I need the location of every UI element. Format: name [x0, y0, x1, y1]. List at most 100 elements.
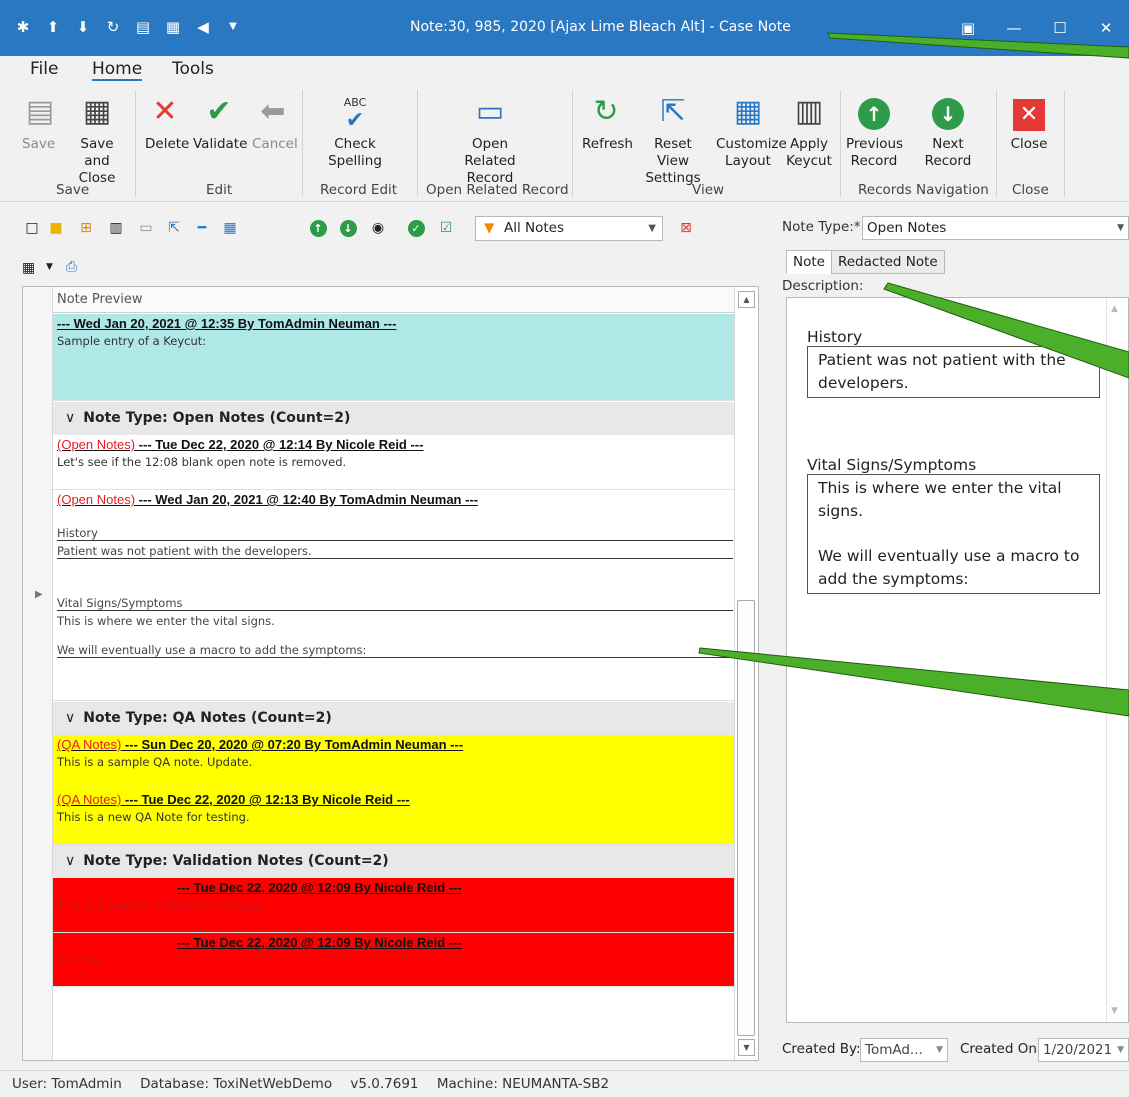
dropdown-icon[interactable]: ▼ — [46, 262, 53, 272]
close-icon: ✕ — [1011, 94, 1047, 131]
notes-filter-dropdown[interactable]: ▼ All Notes ▼ — [475, 216, 663, 241]
note-section-text: This is where we enter the vital signs. — [57, 614, 275, 628]
undo-arrow-icon: ⬅ — [260, 94, 286, 129]
restore-icon[interactable]: ▣ — [945, 10, 991, 46]
reset-view-icon[interactable]: ⇱ — [164, 218, 184, 238]
description-editor[interactable]: History Patient was not patient with the… — [786, 297, 1129, 1023]
save-button[interactable]: ▤ Save — [22, 94, 55, 153]
description-scrollbar[interactable]: ▲ ▼ — [1106, 298, 1128, 1022]
note-title: (QA Notes) --- Sun Dec 20, 2020 @ 07:20 … — [57, 737, 464, 752]
close-icon[interactable]: ✕ — [1083, 10, 1129, 46]
history-text[interactable]: Patient was not patient with the develop… — [807, 346, 1100, 398]
scroll-down-icon[interactable]: ▼ — [738, 1039, 755, 1056]
status-version: v5.0.7691 — [350, 1076, 419, 1092]
description-label: Description: — [782, 278, 864, 294]
scroll-up-icon[interactable]: ▲ — [738, 291, 755, 308]
window-title: Note:30, 985, 2020 [Ajax Lime Bleach Alt… — [410, 19, 791, 35]
chevron-down-icon: ∨ — [65, 410, 76, 426]
scroll-up-icon[interactable]: ▲ — [1111, 304, 1118, 314]
spell-check-icon: ABC ✔ — [343, 96, 367, 133]
row-selector-icon: ▶ — [35, 589, 43, 600]
delete-x-icon: ✕ — [152, 94, 178, 129]
up-circle-icon[interactable]: ⬆ — [44, 18, 62, 36]
save-icon: ▤ — [25, 94, 55, 129]
group-row-open-notes[interactable]: ∨ Note Type: Open Notes (Count=2) — [53, 402, 735, 435]
preview-icon[interactable]: ⎙ — [66, 259, 77, 275]
previous-record-button[interactable]: ↑ Previous Record — [846, 94, 903, 170]
clear-filter-icon[interactable]: ⊠ — [676, 218, 696, 238]
created-on-label: Created On: — [960, 1041, 1042, 1057]
vertical-scrollbar[interactable]: ▲ ▼ — [734, 287, 758, 1060]
check-spelling-button[interactable]: ABC ✔ Check Spelling — [326, 94, 384, 170]
layout-icon[interactable]: ▦ — [22, 260, 35, 276]
check-circle-icon[interactable]: ✓ — [406, 218, 426, 238]
note-row[interactable]: (Open Notes) --- Tue Dec 22, 2020 @ 12:1… — [53, 435, 735, 490]
refresh-icon[interactable]: ↻ — [104, 18, 122, 36]
tab-note[interactable]: Note — [786, 250, 832, 274]
cancel-button[interactable]: ⬅ Cancel — [252, 94, 298, 153]
menu-tools[interactable]: Tools — [172, 59, 214, 79]
reset-view-icon: ⇱ — [660, 94, 686, 129]
group-label-save: Save — [56, 182, 90, 198]
save-close-icon: ▦ — [82, 94, 112, 129]
tree-icon[interactable]: ⊞ — [76, 218, 96, 238]
note-type-dropdown[interactable]: Open Notes ▼ — [862, 216, 1129, 240]
validate-button[interactable]: ✔ Validate — [193, 94, 247, 153]
note-row[interactable]: (QA Notes) --- Tue Dec 22, 2020 @ 12:13 … — [53, 790, 735, 845]
reset-view-settings-button[interactable]: ⇱ Reset View Settings — [638, 94, 708, 187]
created-info: Created By: TomAd... ▼ Created On: 1/20/… — [782, 1038, 1129, 1064]
eye-icon[interactable]: ◉ — [368, 218, 388, 238]
note-body: This is a sample validation message — [57, 898, 266, 912]
open-related-record-button[interactable]: ▭ Open Related Record — [446, 94, 534, 187]
scroll-down-icon[interactable]: ▼ — [1111, 1006, 1118, 1016]
window-icon[interactable]: ▭ — [136, 218, 156, 238]
tab-redacted-note[interactable]: Redacted Note — [830, 250, 945, 274]
note-row[interactable]: --- Tue Dec 22, 2020 @ 12:09 By Nicole R… — [53, 878, 735, 933]
checkbox-icon[interactable]: ☑ — [436, 218, 456, 238]
undo-icon[interactable]: ◀ — [194, 18, 212, 36]
group-row-validation-notes[interactable]: ∨ Note Type: Validation Notes (Count=2) — [53, 845, 735, 878]
note-yellow-icon[interactable]: ■ — [46, 218, 66, 238]
column-header-note-preview[interactable]: Note Preview — [53, 287, 735, 313]
note-row[interactable]: --- Tue Dec 22, 2020 @ 12:09 By Nicole R… — [53, 933, 735, 987]
vitals-text[interactable]: This is where we enter the vital signs. … — [807, 474, 1100, 594]
minimize-icon[interactable]: — — [991, 10, 1037, 46]
main-area: □ ■ ⊞ ▥ ▭ ⇱ ━ ▦ ↑ ↓ ◉ ✓ ☑ ⊠ ▼ All Notes … — [0, 202, 1129, 1070]
grid-layout-icon[interactable]: ▦ — [220, 218, 240, 238]
customize-layout-button[interactable]: ▦ Customize Layout — [716, 94, 787, 170]
next-record-button[interactable]: ↓ Next Record — [908, 94, 988, 170]
up-circle-icon[interactable]: ↑ — [308, 218, 328, 238]
chevron-down-icon: ▼ — [936, 1045, 943, 1055]
down-circle-icon[interactable]: ↓ — [338, 218, 358, 238]
scrollbar-thumb[interactable] — [737, 600, 755, 1036]
new-note-icon[interactable]: □ — [22, 218, 42, 238]
group-row-qa-notes[interactable]: ∨ Note Type: QA Notes (Count=2) — [53, 702, 735, 735]
note-section-heading: Vital Signs/Symptoms — [57, 593, 733, 611]
delete-button[interactable]: ✕ Delete — [145, 94, 189, 153]
refresh-button[interactable]: ↻ Refresh — [582, 94, 633, 153]
note-body: This is a new QA Note for testing. — [57, 810, 250, 824]
down-circle-icon[interactable]: ⬇ — [74, 18, 92, 36]
save-close-icon[interactable]: ▦ — [164, 18, 182, 36]
chevron-down-icon: ▼ — [1117, 1045, 1124, 1055]
close-button[interactable]: ✕ Close — [1010, 94, 1048, 153]
created-by-dropdown[interactable]: TomAd... ▼ — [860, 1038, 948, 1062]
maximize-icon[interactable]: ☐ — [1037, 10, 1083, 46]
menu-file[interactable]: File — [30, 59, 58, 79]
apply-keycut-button[interactable]: ▥ Apply Keycut — [786, 94, 832, 170]
note-body: Let's see if the 12:08 blank open note i… — [57, 455, 347, 469]
note-row[interactable]: (Open Notes) --- Wed Jan 20, 2021 @ 12:4… — [53, 490, 735, 701]
column-icon[interactable]: ━ — [192, 218, 212, 238]
save-icon[interactable]: ▤ — [134, 18, 152, 36]
dropdown-icon[interactable]: ▼ — [224, 18, 242, 36]
save-and-close-button[interactable]: ▦ Save and Close — [66, 94, 128, 187]
note-row[interactable]: --- Wed Jan 20, 2021 @ 12:35 By TomAdmin… — [53, 314, 735, 401]
gear-icon[interactable]: ✱ — [14, 18, 32, 36]
created-on-date-picker[interactable]: 1/20/2021 ▼ — [1038, 1038, 1129, 1062]
book-icon[interactable]: ▥ — [106, 218, 126, 238]
note-row[interactable]: (QA Notes) --- Sun Dec 20, 2020 @ 07:20 … — [53, 735, 735, 790]
chevron-down-icon: ▼ — [648, 223, 656, 234]
menu-home[interactable]: Home — [92, 59, 143, 81]
quick-access-toolbar: ✱ ⬆ ⬇ ↻ ▤ ▦ ◀ ▼ — [14, 18, 242, 36]
window-icon: ▭ — [475, 94, 505, 129]
